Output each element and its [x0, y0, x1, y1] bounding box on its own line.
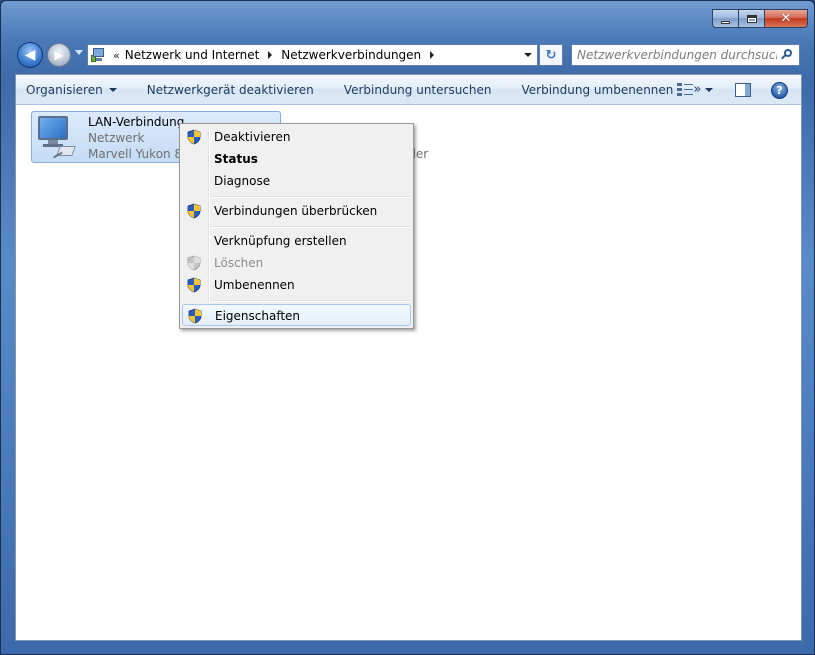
help-icon[interactable]: ? — [771, 81, 788, 99]
menu-item-label: Eigenschaften — [215, 309, 301, 323]
network-adapter-icon — [36, 116, 78, 160]
menu-item-label: Diagnose — [214, 174, 271, 188]
menu-item-label: Verknüpfung erstellen — [214, 234, 347, 248]
menu-separator — [210, 226, 411, 228]
diagnose-connection-button[interactable]: Verbindung untersuchen — [334, 77, 502, 103]
search-icon[interactable] — [781, 49, 793, 61]
refresh-icon: ↻ — [545, 47, 557, 63]
chevron-down-icon — [108, 87, 117, 92]
breadcrumb-netzwerkverbindungen[interactable]: Netzwerkverbindungen — [281, 48, 421, 62]
change-view-icon[interactable] — [677, 83, 693, 97]
caption-buttons: ✕ — [712, 9, 808, 29]
close-button[interactable]: ✕ — [764, 9, 808, 28]
forward-button[interactable]: ▶ — [47, 43, 71, 67]
navigation-bar: ◀ ▶ « Netzwerk und Internet Netzwerkverb… — [17, 41, 800, 69]
menu-item-label: Verbindungen überbrücken — [214, 204, 378, 218]
recent-pages-dropdown[interactable] — [75, 50, 83, 55]
uac-shield-icon — [187, 308, 203, 324]
minimize-button[interactable] — [712, 9, 738, 28]
uac-shield-icon — [186, 203, 202, 219]
rename-connection-button[interactable]: Verbindung umbenennen — [512, 77, 684, 103]
menu-item-label: Löschen — [214, 256, 264, 270]
address-dropdown-button[interactable] — [519, 45, 537, 65]
maximize-button[interactable] — [738, 9, 764, 28]
uac-shield-icon — [186, 277, 202, 293]
menu-item-diagnose[interactable]: Diagnose — [182, 170, 411, 192]
toolbar-right: ? — [677, 75, 801, 105]
close-icon: ✕ — [780, 11, 792, 26]
menu-separator — [210, 196, 411, 198]
diagnose-connection-label: Verbindung untersuchen — [343, 82, 492, 97]
menu-item-eigenschaften[interactable]: Eigenschaften — [182, 304, 411, 326]
breadcrumb-netzwerk-und-internet[interactable]: Netzwerk und Internet — [125, 48, 260, 62]
menu-item-label: Deaktivieren — [214, 130, 291, 144]
menu-item-label: Umbenennen — [214, 278, 295, 292]
refresh-button[interactable]: ↻ — [539, 44, 563, 66]
menu-item-status[interactable]: Status — [182, 148, 411, 170]
uac-shield-icon — [186, 255, 202, 271]
minimize-icon — [721, 20, 730, 24]
menu-item-label: Status — [214, 152, 258, 166]
menu-item-loeschen: Löschen — [182, 252, 411, 274]
disable-device-label: Netzwerkgerät deaktivieren — [146, 82, 314, 97]
preview-pane-icon[interactable] — [735, 83, 751, 97]
network-folder-icon — [91, 47, 107, 63]
organize-label: Organisieren — [26, 82, 103, 97]
menu-item-verbindungen-ueberbruecken[interactable]: Verbindungen überbrücken — [182, 200, 411, 222]
uac-shield-icon — [186, 129, 202, 145]
command-bar: Organisieren Netzwerkgerät deaktivieren … — [16, 75, 801, 105]
organize-button[interactable]: Organisieren — [16, 77, 127, 103]
search-input[interactable] — [577, 48, 777, 62]
menu-item-deaktivieren[interactable]: Deaktivieren — [182, 126, 411, 148]
menu-item-verknuepfung-erstellen[interactable]: Verknüpfung erstellen — [182, 230, 411, 252]
menu-item-umbenennen[interactable]: Umbenennen — [182, 274, 411, 296]
forward-arrow-icon: ▶ — [54, 48, 64, 62]
back-arrow-icon: ◀ — [24, 47, 36, 63]
context-menu: Deaktivieren Status Diagnose Verbindunge… — [179, 123, 414, 329]
search-box[interactable] — [571, 44, 800, 66]
chevron-down-icon — [524, 53, 532, 57]
breadcrumb-chevron-icon[interactable] — [268, 51, 273, 59]
maximize-icon — [746, 14, 757, 23]
back-button[interactable]: ◀ — [17, 42, 43, 68]
menu-separator — [210, 300, 411, 302]
address-bar[interactable]: « Netzwerk und Internet Netzwerkverbindu… — [87, 44, 538, 66]
breadcrumb-overflow[interactable]: « — [113, 49, 120, 62]
rename-connection-label: Verbindung umbenennen — [521, 82, 674, 97]
view-options-dropdown[interactable] — [705, 88, 713, 92]
disable-device-button[interactable]: Netzwerkgerät deaktivieren — [137, 77, 324, 103]
breadcrumb-chevron-icon[interactable] — [430, 51, 435, 59]
